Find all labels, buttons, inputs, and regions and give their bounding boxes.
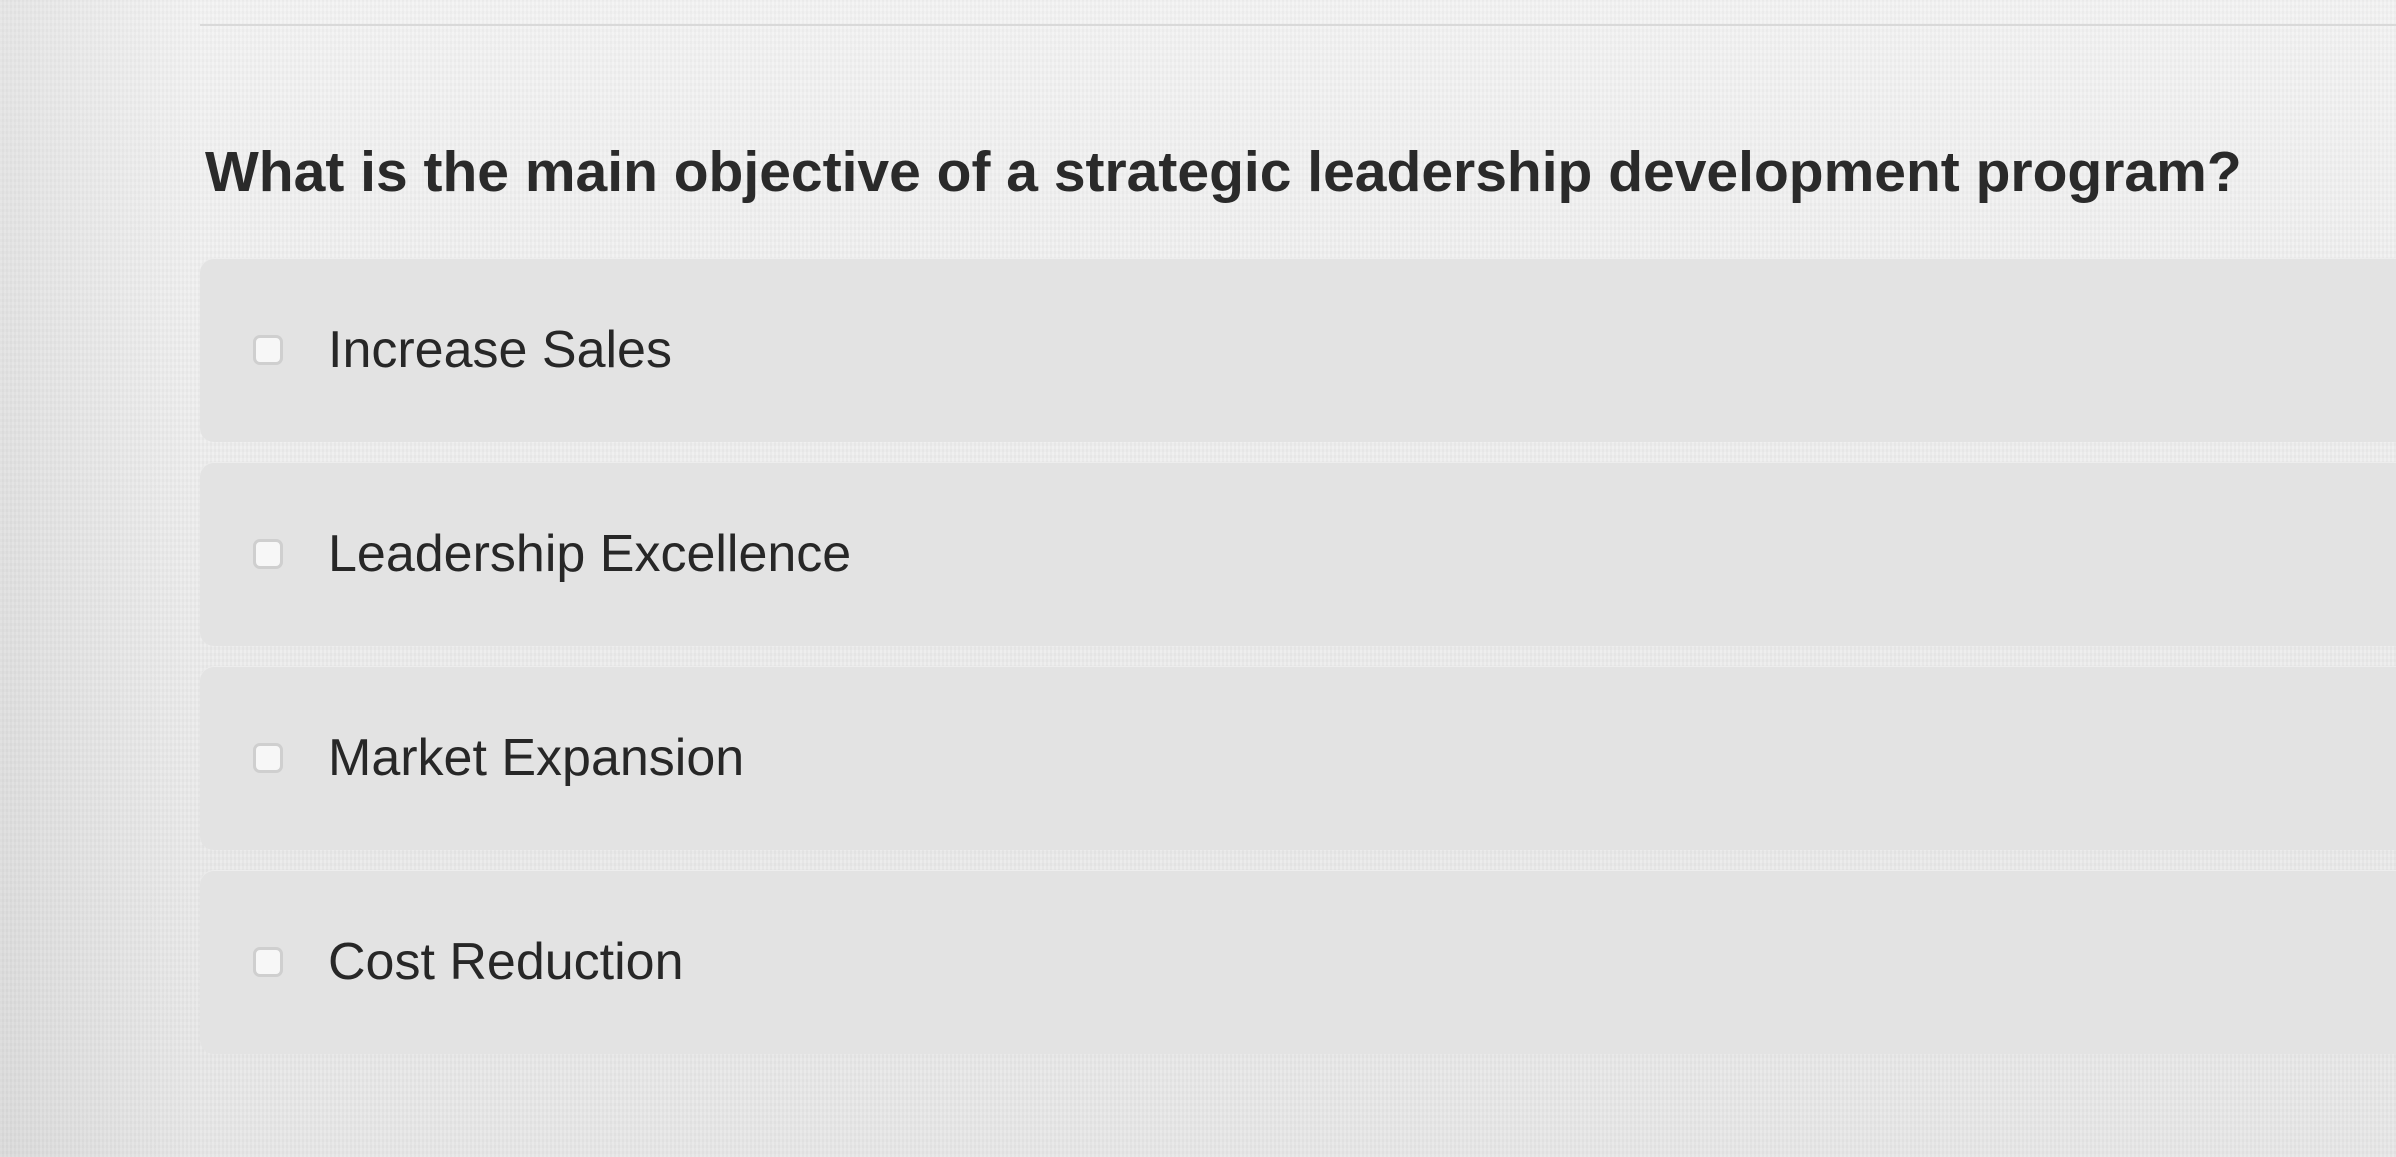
checkbox-leadership-excellence[interactable] — [253, 539, 283, 569]
screen-vignette — [0, 0, 200, 1157]
checkbox-increase-sales[interactable] — [253, 335, 283, 365]
answer-label-increase-sales: Increase Sales — [328, 320, 672, 379]
answer-options-list: Increase Sales Leadership Excellence Mar… — [200, 258, 2396, 1054]
answer-option-market-expansion[interactable]: Market Expansion — [200, 666, 2396, 850]
answer-label-leadership-excellence: Leadership Excellence — [328, 524, 852, 583]
answer-option-cost-reduction[interactable]: Cost Reduction — [200, 870, 2396, 1054]
checkbox-market-expansion[interactable] — [253, 743, 283, 773]
question-text: What is the main objective of a strategi… — [205, 140, 2242, 205]
answer-option-increase-sales[interactable]: Increase Sales — [200, 258, 2396, 442]
answer-label-cost-reduction: Cost Reduction — [328, 932, 684, 991]
top-divider — [200, 24, 2396, 26]
answer-option-leadership-excellence[interactable]: Leadership Excellence — [200, 462, 2396, 646]
checkbox-cost-reduction[interactable] — [253, 947, 283, 977]
answer-label-market-expansion: Market Expansion — [328, 728, 745, 787]
